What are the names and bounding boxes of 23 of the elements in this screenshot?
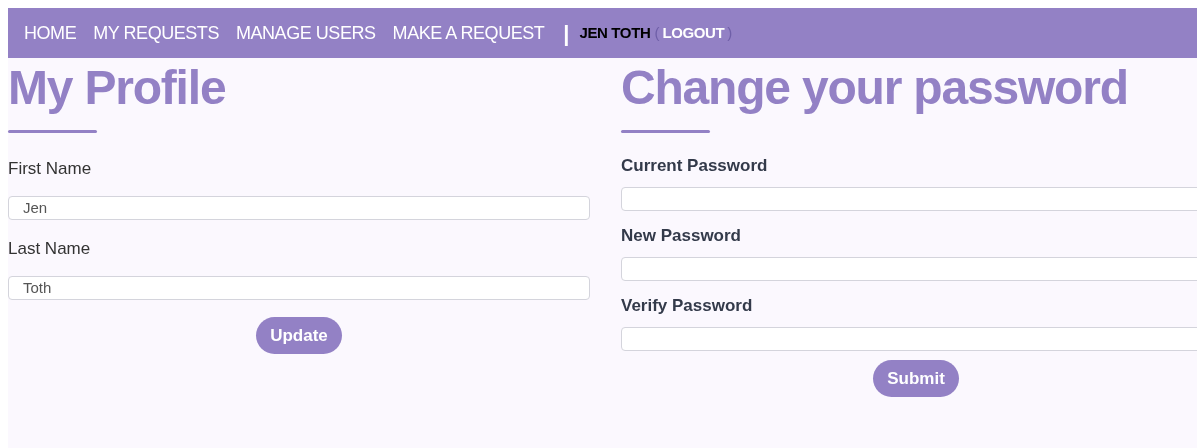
nav-separator: | xyxy=(563,19,570,48)
input-field[interactable]: Jen xyxy=(8,195,590,220)
input-field[interactable] xyxy=(621,326,1197,351)
section-title: My Profile xyxy=(8,60,227,116)
field-label: First Name xyxy=(8,158,93,180)
paren-text: ( xyxy=(654,22,660,43)
user-name: JEN TOTH xyxy=(579,22,651,43)
input-field[interactable] xyxy=(621,256,1197,281)
nav-link[interactable]: MY REQUESTS xyxy=(93,19,219,47)
paren-text: ) xyxy=(727,22,733,43)
logout-link[interactable]: LOGOUT xyxy=(662,21,725,45)
update-button[interactable]: Update xyxy=(256,317,342,354)
section-title: Change your password xyxy=(621,60,1129,116)
submit-button[interactable]: Submit xyxy=(873,360,959,397)
field-label: Last Name xyxy=(8,238,92,260)
nav-link[interactable]: MANAGE USERS xyxy=(235,19,376,47)
nav-link[interactable]: MAKE A REQUEST xyxy=(392,19,545,47)
field-label: Current Password xyxy=(621,155,769,177)
nav-link[interactable]: HOME xyxy=(24,19,77,47)
input-field[interactable]: Toth xyxy=(8,275,590,300)
field-label: Verify Password xyxy=(621,295,754,317)
field-label: New Password xyxy=(621,225,742,247)
input-field[interactable] xyxy=(621,186,1197,211)
